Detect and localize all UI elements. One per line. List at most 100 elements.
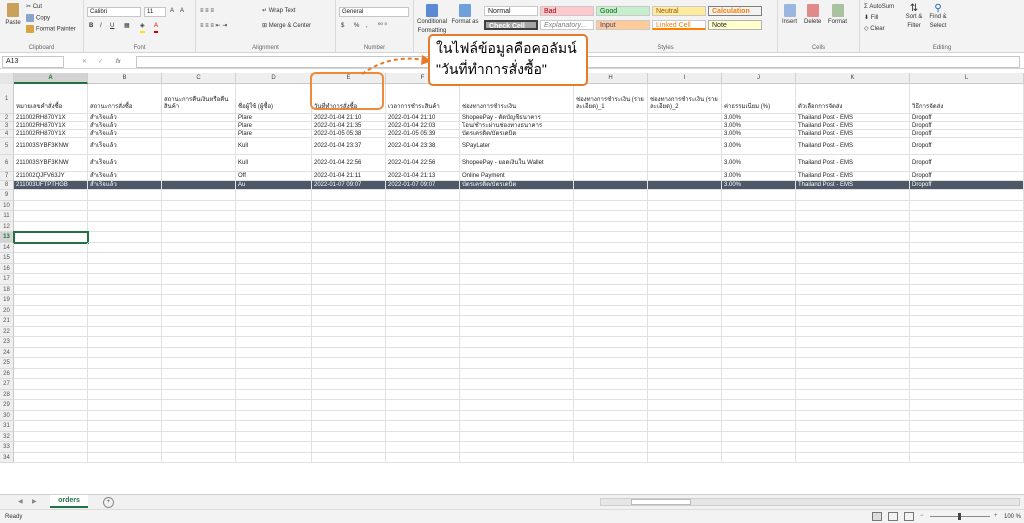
empty-cell[interactable] (648, 442, 722, 453)
empty-cell[interactable] (88, 358, 162, 369)
data-cell[interactable]: 3.00% (722, 172, 796, 181)
data-cell[interactable]: 2022-01-04 22:56 (312, 155, 386, 172)
fill-color-icon[interactable]: ◈ (140, 22, 145, 33)
empty-cell[interactable] (648, 400, 722, 411)
empty-cell[interactable] (162, 253, 236, 264)
empty-cell[interactable] (648, 232, 722, 243)
empty-cell[interactable] (162, 431, 236, 442)
empty-cell[interactable] (162, 326, 236, 337)
header-cell[interactable]: เวลาการชำระสินค้า (386, 84, 460, 114)
empty-cell[interactable] (14, 389, 88, 400)
empty-cell[interactable] (722, 431, 796, 442)
empty-cell[interactable] (312, 211, 386, 222)
empty-cell[interactable] (88, 295, 162, 306)
empty-cell[interactable] (162, 452, 236, 463)
empty-cell[interactable] (796, 232, 910, 243)
header-cell[interactable]: ช่องทางการชำระเงิน (รายละเอียด)_1 (574, 84, 648, 114)
empty-cell[interactable] (88, 263, 162, 274)
fx-icon[interactable]: fx (116, 58, 121, 67)
empty-cell[interactable] (14, 410, 88, 421)
empty-cell[interactable] (312, 200, 386, 211)
empty-cell[interactable] (14, 316, 88, 327)
empty-cell[interactable] (236, 337, 312, 348)
underline-button[interactable]: U (110, 22, 114, 31)
empty-cell[interactable] (722, 379, 796, 390)
empty-cell[interactable] (460, 389, 574, 400)
row-header[interactable]: 8 (0, 181, 14, 190)
empty-cell[interactable] (236, 368, 312, 379)
empty-cell[interactable] (460, 326, 574, 337)
row-header[interactable]: 3 (0, 122, 14, 130)
empty-cell[interactable] (312, 368, 386, 379)
empty-cell[interactable] (162, 337, 236, 348)
percent-button[interactable]: % (354, 22, 359, 31)
empty-cell[interactable] (14, 305, 88, 316)
data-cell[interactable]: 3.00% (722, 138, 796, 155)
empty-cell[interactable] (460, 368, 574, 379)
empty-cell[interactable] (460, 431, 574, 442)
empty-cell[interactable] (88, 421, 162, 432)
empty-cell[interactable] (648, 253, 722, 264)
empty-cell[interactable] (312, 421, 386, 432)
data-cell[interactable]: 3.00% (722, 130, 796, 138)
empty-cell[interactable] (162, 232, 236, 243)
empty-cell[interactable] (460, 200, 574, 211)
empty-cell[interactable] (574, 421, 648, 432)
data-cell[interactable]: Dropoff (910, 114, 1024, 122)
empty-cell[interactable] (648, 389, 722, 400)
empty-cell[interactable] (796, 200, 910, 211)
data-cell[interactable] (648, 172, 722, 181)
empty-cell[interactable] (236, 347, 312, 358)
empty-cell[interactable] (312, 295, 386, 306)
row-header[interactable]: 9 (0, 190, 14, 201)
empty-cell[interactable] (236, 326, 312, 337)
row-header[interactable]: 30 (0, 410, 14, 421)
empty-cell[interactable] (88, 442, 162, 453)
empty-cell[interactable] (386, 200, 460, 211)
data-cell[interactable]: สำเร็จแล้ว (88, 155, 162, 172)
data-cell[interactable]: ShopeePay - ยอดเงินใน Wallet (460, 155, 574, 172)
conditional-formatting-button[interactable]: Conditional Formatting (416, 4, 448, 36)
empty-cell[interactable] (162, 211, 236, 222)
zoom-slider[interactable] (930, 513, 990, 520)
row-header[interactable]: 4 (0, 130, 14, 138)
empty-cell[interactable] (574, 347, 648, 358)
row-header[interactable]: 31 (0, 421, 14, 432)
empty-cell[interactable] (460, 400, 574, 411)
empty-cell[interactable] (722, 295, 796, 306)
empty-cell[interactable] (796, 389, 910, 400)
tab-orders[interactable]: orders (50, 495, 88, 508)
font-size-select[interactable]: 11 (144, 7, 166, 17)
empty-cell[interactable] (460, 358, 574, 369)
empty-cell[interactable] (88, 337, 162, 348)
clear-button[interactable]: ◇ Clear (864, 25, 885, 34)
empty-cell[interactable] (14, 452, 88, 463)
empty-cell[interactable] (162, 316, 236, 327)
empty-cell[interactable] (796, 410, 910, 421)
row-header[interactable]: 21 (0, 316, 14, 327)
currency-button[interactable]: $ (341, 22, 344, 31)
style-input[interactable]: Input (596, 20, 650, 30)
header-cell[interactable]: สถานะการคืนเงินหรือคืนสินค้า (162, 84, 236, 114)
empty-cell[interactable] (312, 263, 386, 274)
decimal-icon[interactable]: ⁰⁰ ⁰ (378, 22, 387, 31)
format-button[interactable]: Format (828, 4, 847, 27)
data-cell[interactable] (648, 130, 722, 138)
sort-filter-button[interactable]: ⇅ Sort & Filter (902, 4, 926, 31)
empty-cell[interactable] (162, 305, 236, 316)
empty-cell[interactable] (796, 221, 910, 232)
empty-cell[interactable] (910, 431, 1024, 442)
empty-cell[interactable] (312, 400, 386, 411)
empty-cell[interactable] (88, 316, 162, 327)
empty-cell[interactable] (312, 221, 386, 232)
empty-cell[interactable] (162, 410, 236, 421)
empty-cell[interactable] (574, 326, 648, 337)
empty-cell[interactable] (796, 431, 910, 442)
empty-cell[interactable] (386, 452, 460, 463)
data-cell[interactable]: สำเร็จแล้ว (88, 138, 162, 155)
col-header-a[interactable]: A (14, 73, 88, 84)
empty-cell[interactable] (14, 190, 88, 201)
empty-cell[interactable] (722, 400, 796, 411)
empty-cell[interactable] (910, 347, 1024, 358)
empty-cell[interactable] (722, 211, 796, 222)
